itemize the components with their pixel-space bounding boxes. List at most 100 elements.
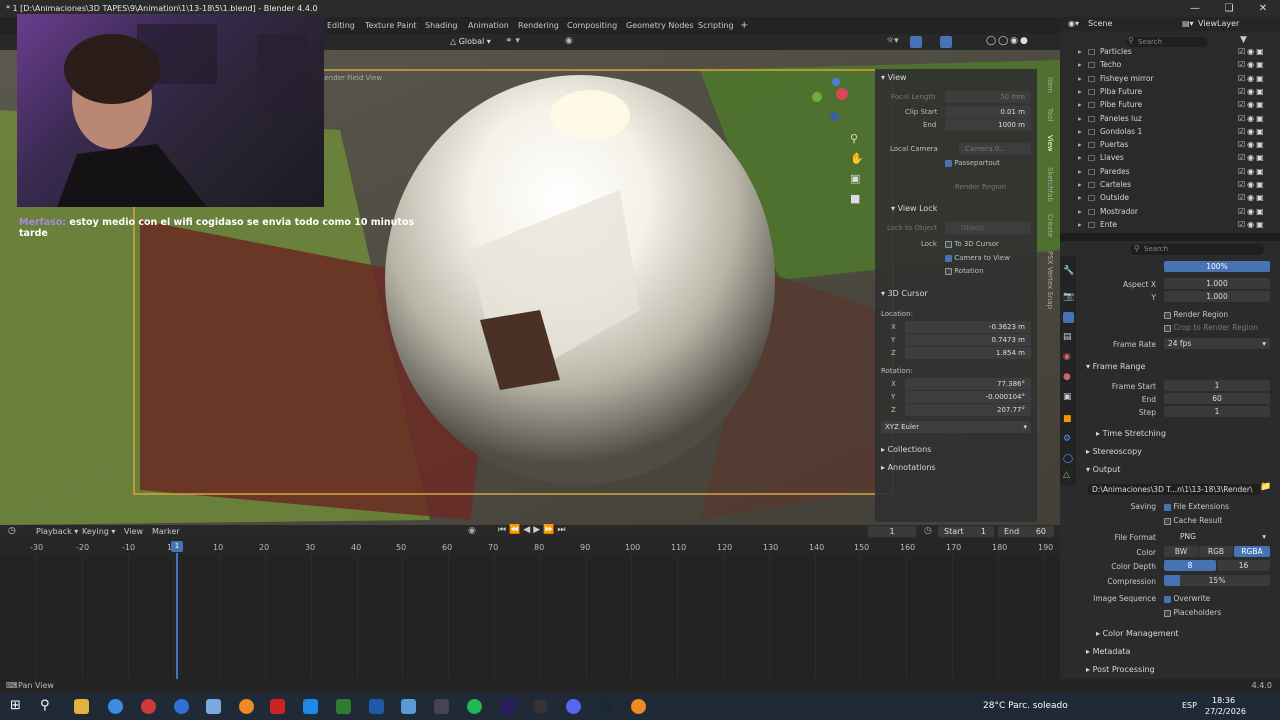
end-frame-field[interactable]: End 60 <box>998 526 1054 537</box>
expand-arrow-icon[interactable]: ▸ <box>1078 72 1082 85</box>
folder-icon[interactable]: 📁 <box>1260 482 1271 492</box>
current-frame-field[interactable]: 1 <box>868 526 916 537</box>
pan-hand-icon[interactable]: ✋ <box>850 152 864 165</box>
tab-animation[interactable]: Animation <box>468 17 509 34</box>
view-lock-section-header[interactable]: ▾ View Lock <box>891 204 937 213</box>
render-region-label[interactable]: Render Region <box>955 183 1006 191</box>
tab-tool[interactable]: Tool <box>1042 104 1054 126</box>
local-camera-field[interactable]: Camera.0... <box>959 143 1031 155</box>
visibility-toggles-icon[interactable]: ☑◉▣ <box>1238 112 1266 125</box>
minimize-icon[interactable]: — <box>1178 0 1212 17</box>
visibility-toggles-icon[interactable]: ☑◉▣ <box>1238 165 1266 178</box>
render-region-check[interactable] <box>1164 311 1171 319</box>
clock-date[interactable]: 27/2/2026 <box>1205 707 1246 716</box>
visibility-toggles-icon[interactable]: ☑◉▣ <box>1238 125 1266 138</box>
outliner-row[interactable]: ▸ □ Outside ☑◉▣ <box>1060 191 1280 204</box>
video-app-icon[interactable] <box>270 699 285 714</box>
search-icon[interactable]: ⚲ <box>40 698 50 713</box>
modifier-tab-icon[interactable]: ⚙ <box>1063 434 1071 444</box>
file-extensions-checkbox[interactable]: File Extensions <box>1164 502 1229 511</box>
data-tab-icon[interactable]: △ <box>1063 470 1070 480</box>
overlays-toggle-icon[interactable] <box>940 36 952 48</box>
camera-to-view-checkbox[interactable]: Camera to View <box>945 254 1010 262</box>
camera-view-icon[interactable]: ▣ <box>850 172 860 185</box>
menu-playback[interactable]: Playback ▾ <box>36 527 78 536</box>
collections-section-header[interactable]: ▸ Collections <box>881 445 931 454</box>
outliner-row[interactable]: ▸ □ Paredes ☑◉▣ <box>1060 165 1280 178</box>
windows-start-icon[interactable]: ⊞ <box>10 698 21 713</box>
time-stretching-section-header[interactable]: ▸ Time Stretching <box>1096 429 1166 438</box>
placeholders-check[interactable] <box>1164 609 1171 617</box>
scene-icon[interactable]: ◉▾ <box>1068 19 1079 28</box>
frame-end-field[interactable]: 60 <box>1164 393 1270 404</box>
proportional-edit-icon[interactable]: ◉ <box>565 36 573 46</box>
tool-tab-icon[interactable]: 🔧 <box>1063 266 1074 276</box>
output-section-header[interactable]: ▾ Output <box>1086 465 1120 474</box>
cursor-loc-y-field[interactable]: 0.7473 m <box>905 334 1031 346</box>
expand-arrow-icon[interactable]: ▸ <box>1078 125 1082 138</box>
menu-keying[interactable]: Keying ▾ <box>82 527 115 536</box>
rotation-mode-dropdown[interactable]: XYZ Euler ▾ <box>881 421 1031 433</box>
cursor-rot-y-field[interactable]: -0.000104° <box>905 391 1031 403</box>
rotation-lock-checkbox[interactable]: Rotation <box>945 267 984 275</box>
clip-start-field[interactable]: 0.01 m <box>945 106 1031 118</box>
discord-icon[interactable] <box>566 699 581 714</box>
after-effects-icon[interactable] <box>500 699 515 714</box>
physics-tab-icon[interactable]: ◯ <box>1063 454 1073 464</box>
expand-arrow-icon[interactable]: ▸ <box>1078 205 1082 218</box>
aspect-y-field[interactable]: 1.000 <box>1164 291 1270 302</box>
rotation-lock-check[interactable] <box>945 267 952 275</box>
scene-name[interactable]: Scene <box>1088 19 1112 28</box>
outliner-row[interactable]: ▸ □ Techo ☑◉▣ <box>1060 58 1280 71</box>
object-tab-icon[interactable]: ■ <box>1063 414 1072 424</box>
passepartout-checkbox[interactable]: Passepartout <box>945 159 1000 167</box>
frame-range-section-header[interactable]: ▾ Frame Range <box>1086 362 1145 371</box>
outliner-row[interactable]: ▸ □ Puertas ☑◉▣ <box>1060 138 1280 151</box>
view-layer-tab-icon[interactable]: ▤ <box>1063 332 1072 342</box>
visibility-toggles-icon[interactable]: ☑◉▣ <box>1238 138 1266 151</box>
tab-scripting[interactable]: Scripting <box>698 17 734 34</box>
stereoscopy-section-header[interactable]: ▸ Stereoscopy <box>1086 447 1142 456</box>
expand-arrow-icon[interactable]: ▸ <box>1078 191 1082 204</box>
clip-end-field[interactable]: 1000 m <box>945 119 1031 131</box>
metadata-section-header[interactable]: ▸ Metadata <box>1086 647 1130 656</box>
playback-controls[interactable]: ⏮⏪◀▶⏩⏭ <box>498 525 568 535</box>
focal-length-field[interactable]: 50 mm <box>945 91 1031 103</box>
photos-icon[interactable] <box>303 699 318 714</box>
visibility-toggles-icon[interactable]: ☑◉▣ <box>1238 191 1266 204</box>
compression-slider[interactable]: 15% <box>1164 575 1270 586</box>
camera-to-view-check[interactable] <box>945 254 952 262</box>
visibility-toggles-icon[interactable]: ☑◉▣ <box>1238 72 1266 85</box>
editor-type-icon[interactable]: ◷ <box>8 526 16 536</box>
close-icon[interactable]: ✕ <box>1246 0 1280 17</box>
opera-icon[interactable] <box>141 699 156 714</box>
scene-tab-icon[interactable]: ◉ <box>1063 352 1071 362</box>
tab-sketchfab[interactable]: Sketchfab <box>1042 164 1054 204</box>
passepartout-check[interactable] <box>945 159 952 167</box>
app-icon-2[interactable] <box>401 699 416 714</box>
visibility-toggles-icon[interactable]: ☑◉▣ <box>1238 45 1266 58</box>
filter-icon[interactable]: ▼ <box>1240 35 1247 45</box>
cursor-loc-z-field[interactable]: 1.854 m <box>905 347 1031 359</box>
outliner-row[interactable]: ▸ □ Carteles ☑◉▣ <box>1060 178 1280 191</box>
frame-step-field[interactable]: 1 <box>1164 406 1270 417</box>
app-icon-3[interactable] <box>434 699 449 714</box>
timeline-area[interactable]: -30 -20 -10 1 10 20 30 40 50 60 70 80 90 100 110 120 130… <box>0 539 1060 679</box>
render-tab-icon[interactable]: 📷 <box>1063 292 1074 302</box>
lock-to-object-field[interactable]: Object <box>945 222 1031 234</box>
app-icon[interactable] <box>206 699 221 714</box>
outliner-row[interactable]: ▸ □ Gondolas 1 ☑◉▣ <box>1060 125 1280 138</box>
tab-view[interactable]: View <box>1042 132 1054 154</box>
depth-8-option[interactable]: 8 <box>1164 560 1216 571</box>
expand-arrow-icon[interactable]: ▸ <box>1078 58 1082 71</box>
expand-arrow-icon[interactable]: ▸ <box>1078 45 1082 58</box>
lock-camera-icon[interactable]: ■ <box>850 192 860 205</box>
file-extensions-check[interactable] <box>1164 503 1171 511</box>
color-bw-option[interactable]: BW <box>1164 546 1198 557</box>
to-3d-cursor-checkbox[interactable]: To 3D Cursor <box>945 240 999 248</box>
view-object-types-icon[interactable]: ☼▾ <box>886 36 899 46</box>
placeholders-checkbox[interactable]: Placeholders <box>1164 608 1221 617</box>
expand-arrow-icon[interactable]: ▸ <box>1078 85 1082 98</box>
tab-psx-vertex-snap[interactable]: PSX Vertex Snap <box>1042 248 1054 312</box>
weather-widget[interactable]: 28°C Parc. soleado <box>983 701 1068 711</box>
